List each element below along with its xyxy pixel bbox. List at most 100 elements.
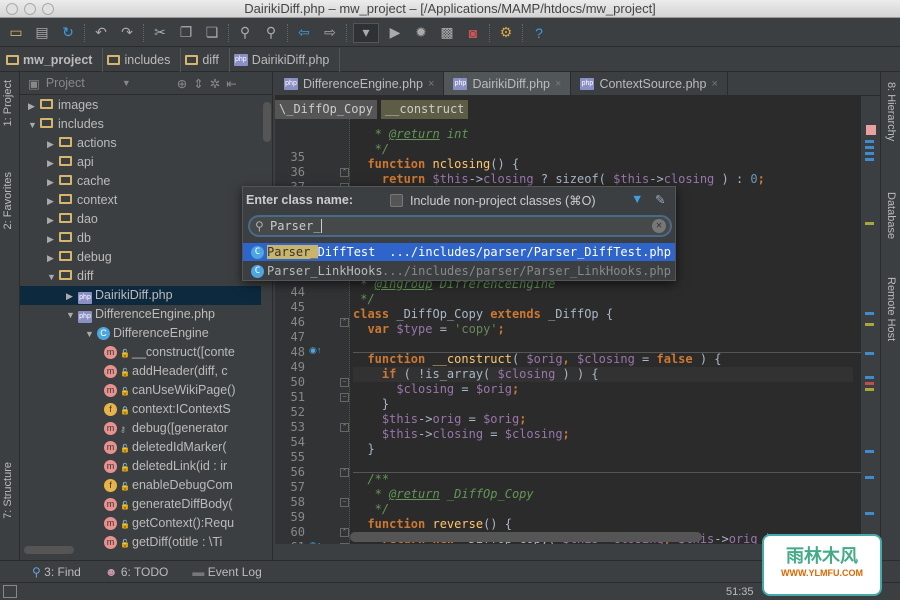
tree-item-diff[interactable]: ▼ diff bbox=[20, 267, 261, 286]
breadcrumb-includes[interactable]: includes bbox=[107, 47, 182, 72]
expanded-arrow-icon[interactable]: ▼ bbox=[85, 325, 97, 344]
stripe-mark[interactable] bbox=[865, 140, 874, 143]
vertical-scrollbar[interactable] bbox=[263, 102, 271, 142]
replace-icon[interactable]: ⚲ bbox=[261, 23, 281, 43]
include-non-project-checkbox[interactable] bbox=[390, 194, 403, 207]
minimize-window-button[interactable] bbox=[24, 3, 36, 15]
fold-marker-icon[interactable]: ⌃ bbox=[340, 528, 349, 537]
help-icon[interactable]: ? bbox=[529, 23, 549, 43]
close-tab-icon[interactable]: × bbox=[555, 78, 561, 90]
forward-icon[interactable]: ⇨ bbox=[320, 23, 340, 43]
event-log-button[interactable]: ▬ Event Log bbox=[192, 565, 261, 579]
tree-item-dairikidiff-php[interactable]: ▶ php DairikiDiff.php bbox=[20, 286, 261, 305]
clear-icon[interactable]: ✕ bbox=[652, 219, 666, 233]
tree-item-images[interactable]: ▶ images bbox=[20, 96, 261, 115]
tree-item-getcontext-requ[interactable]: m 🔓 getContext():Requ bbox=[20, 514, 261, 533]
close-tab-icon[interactable]: × bbox=[428, 78, 434, 90]
locate-icon[interactable]: ⊕ bbox=[177, 76, 187, 91]
stripe-mark[interactable] bbox=[865, 152, 874, 155]
stripe-mark[interactable] bbox=[865, 476, 874, 479]
hide-panel-icon[interactable]: ⇤ bbox=[226, 76, 236, 91]
pin-icon[interactable]: ✎ bbox=[655, 192, 665, 207]
collapsed-arrow-icon[interactable]: ▶ bbox=[47, 211, 59, 230]
tree-item-context-icontexts[interactable]: f 🔒 context:IContextS bbox=[20, 400, 261, 419]
cut-icon[interactable]: ✂ bbox=[150, 23, 170, 43]
tree-item-addheader-diff-c[interactable]: m 🔓 addHeader(diff, c bbox=[20, 362, 261, 381]
coverage-icon[interactable]: ▩ bbox=[437, 23, 457, 43]
editor-horizontal-scrollbar[interactable] bbox=[350, 532, 702, 542]
debug-icon[interactable]: ✹ bbox=[411, 23, 431, 43]
tree-item-generatediffbody-[interactable]: m 🔓 generateDiffBody( bbox=[20, 495, 261, 514]
stripe-mark[interactable] bbox=[865, 388, 874, 391]
tab-structure[interactable]: 7: Structure bbox=[2, 462, 14, 519]
override-marker-icon[interactable]: ◉↑ bbox=[309, 345, 321, 356]
copy-icon[interactable]: ❐ bbox=[176, 23, 196, 43]
tab-favorites[interactable]: 2: Favorites bbox=[2, 172, 14, 229]
caret-position[interactable]: 51:35 bbox=[726, 586, 754, 598]
expanded-arrow-icon[interactable]: ▼ bbox=[47, 268, 59, 287]
stripe-mark[interactable] bbox=[865, 450, 874, 453]
expanded-arrow-icon[interactable]: ▼ bbox=[28, 116, 40, 135]
collapse-all-icon[interactable]: ⇕ bbox=[193, 76, 203, 91]
breadcrumb-diff[interactable]: diff bbox=[185, 47, 230, 72]
tree-item-db[interactable]: ▶ db bbox=[20, 229, 261, 248]
breadcrumb-mw-project[interactable]: mw_project bbox=[6, 47, 104, 72]
collapsed-arrow-icon[interactable]: ▶ bbox=[28, 97, 40, 116]
inspection-status-icon[interactable] bbox=[866, 125, 876, 135]
stripe-mark[interactable] bbox=[865, 382, 874, 385]
stripe-mark[interactable] bbox=[865, 146, 874, 149]
gear-icon[interactable]: ✲ bbox=[210, 76, 220, 91]
tree-item-includes[interactable]: ▼ includes bbox=[20, 115, 261, 134]
tab-contextsource[interactable]: php ContextSource.php × bbox=[571, 72, 728, 95]
fold-marker-icon[interactable]: − bbox=[340, 498, 349, 507]
code-editor[interactable]: \_DiffOp_Copy __construct 3536⌃37−383940… bbox=[275, 96, 861, 544]
tree-item-actions[interactable]: ▶ actions bbox=[20, 134, 261, 153]
stripe-mark[interactable] bbox=[865, 323, 874, 326]
settings-icon[interactable]: ⚙ bbox=[496, 23, 516, 43]
chevron-down-icon[interactable]: ▼ bbox=[122, 78, 131, 88]
tree-item-cache[interactable]: ▶ cache bbox=[20, 172, 261, 191]
tree-item-api[interactable]: ▶ api bbox=[20, 153, 261, 172]
tree-item--construct-conte[interactable]: m 🔓 __construct([conte bbox=[20, 343, 261, 362]
paste-icon[interactable]: ❏ bbox=[202, 23, 222, 43]
collapsed-arrow-icon[interactable]: ▶ bbox=[47, 154, 59, 173]
sync-icon[interactable]: ↻ bbox=[58, 23, 78, 43]
close-tab-icon[interactable]: × bbox=[711, 78, 717, 90]
tree-item-canusewikipage-[interactable]: m 🔓 canUseWikiPage() bbox=[20, 381, 261, 400]
stripe-mark[interactable] bbox=[865, 512, 874, 515]
collapsed-arrow-icon[interactable]: ▶ bbox=[47, 173, 59, 192]
result-parser-difftest[interactable]: C Parser_DiffTest .../includes/parser/Pars… bbox=[243, 243, 675, 261]
tree-item-deletedidmarker-[interactable]: m 🔓 deletedIdMarker( bbox=[20, 438, 261, 457]
override-marker-icon[interactable]: ◉↑ bbox=[309, 540, 321, 544]
find-tool-button[interactable]: ⚲ 3: Find bbox=[32, 565, 81, 579]
tab-dairikidiff[interactable]: php DairikiDiff.php × bbox=[444, 72, 572, 95]
zoom-window-button[interactable] bbox=[42, 3, 54, 15]
collapsed-arrow-icon[interactable]: ▶ bbox=[66, 287, 78, 306]
collapsed-arrow-icon[interactable]: ▶ bbox=[47, 135, 59, 154]
breadcrumb-dairikidiff-php[interactable]: php DairikiDiff.php bbox=[233, 47, 341, 72]
todo-tool-button[interactable]: ☻ 6: TODO bbox=[105, 565, 169, 579]
collapsed-arrow-icon[interactable]: ▶ bbox=[47, 230, 59, 249]
tree-item-differenceengine[interactable]: ▼ C DifferenceEngine bbox=[20, 324, 261, 343]
filter-icon[interactable]: ▼ bbox=[631, 192, 643, 206]
find-icon[interactable]: ⚲ bbox=[235, 23, 255, 43]
class-search-input[interactable]: ⚲ Parser_ ✕ bbox=[248, 215, 672, 237]
result-parser-linkhooks[interactable]: C Parser_LinkHooks .../includes/parser/Par… bbox=[243, 262, 675, 280]
breadcrumb-method[interactable]: __construct bbox=[380, 100, 469, 119]
fold-marker-icon[interactable]: − bbox=[340, 378, 349, 387]
phpunit-icon[interactable]: ◙ bbox=[463, 23, 483, 43]
tab-project[interactable]: 1: Project bbox=[2, 80, 14, 126]
tree-item-differenceengine-php[interactable]: ▼ php DifferenceEngine.php bbox=[20, 305, 261, 324]
fold-marker-icon[interactable]: − bbox=[340, 393, 349, 402]
tab-differenceengine[interactable]: php DifferenceEngine.php × bbox=[275, 72, 445, 95]
tool-window-toggle-icon[interactable] bbox=[3, 585, 17, 598]
tree-item-enabledebugcom[interactable]: f 🔓 enableDebugCom bbox=[20, 476, 261, 495]
horizontal-scrollbar[interactable] bbox=[24, 546, 74, 554]
breadcrumb-class[interactable]: \_DiffOp_Copy bbox=[275, 100, 377, 119]
stripe-mark[interactable] bbox=[865, 158, 874, 161]
tab-remote-host[interactable]: Remote Host bbox=[885, 277, 897, 341]
run-icon[interactable]: ▶ bbox=[385, 23, 405, 43]
tab-database[interactable]: Database bbox=[885, 192, 897, 239]
stripe-mark[interactable] bbox=[865, 352, 874, 355]
undo-icon[interactable]: ↶ bbox=[91, 23, 111, 43]
